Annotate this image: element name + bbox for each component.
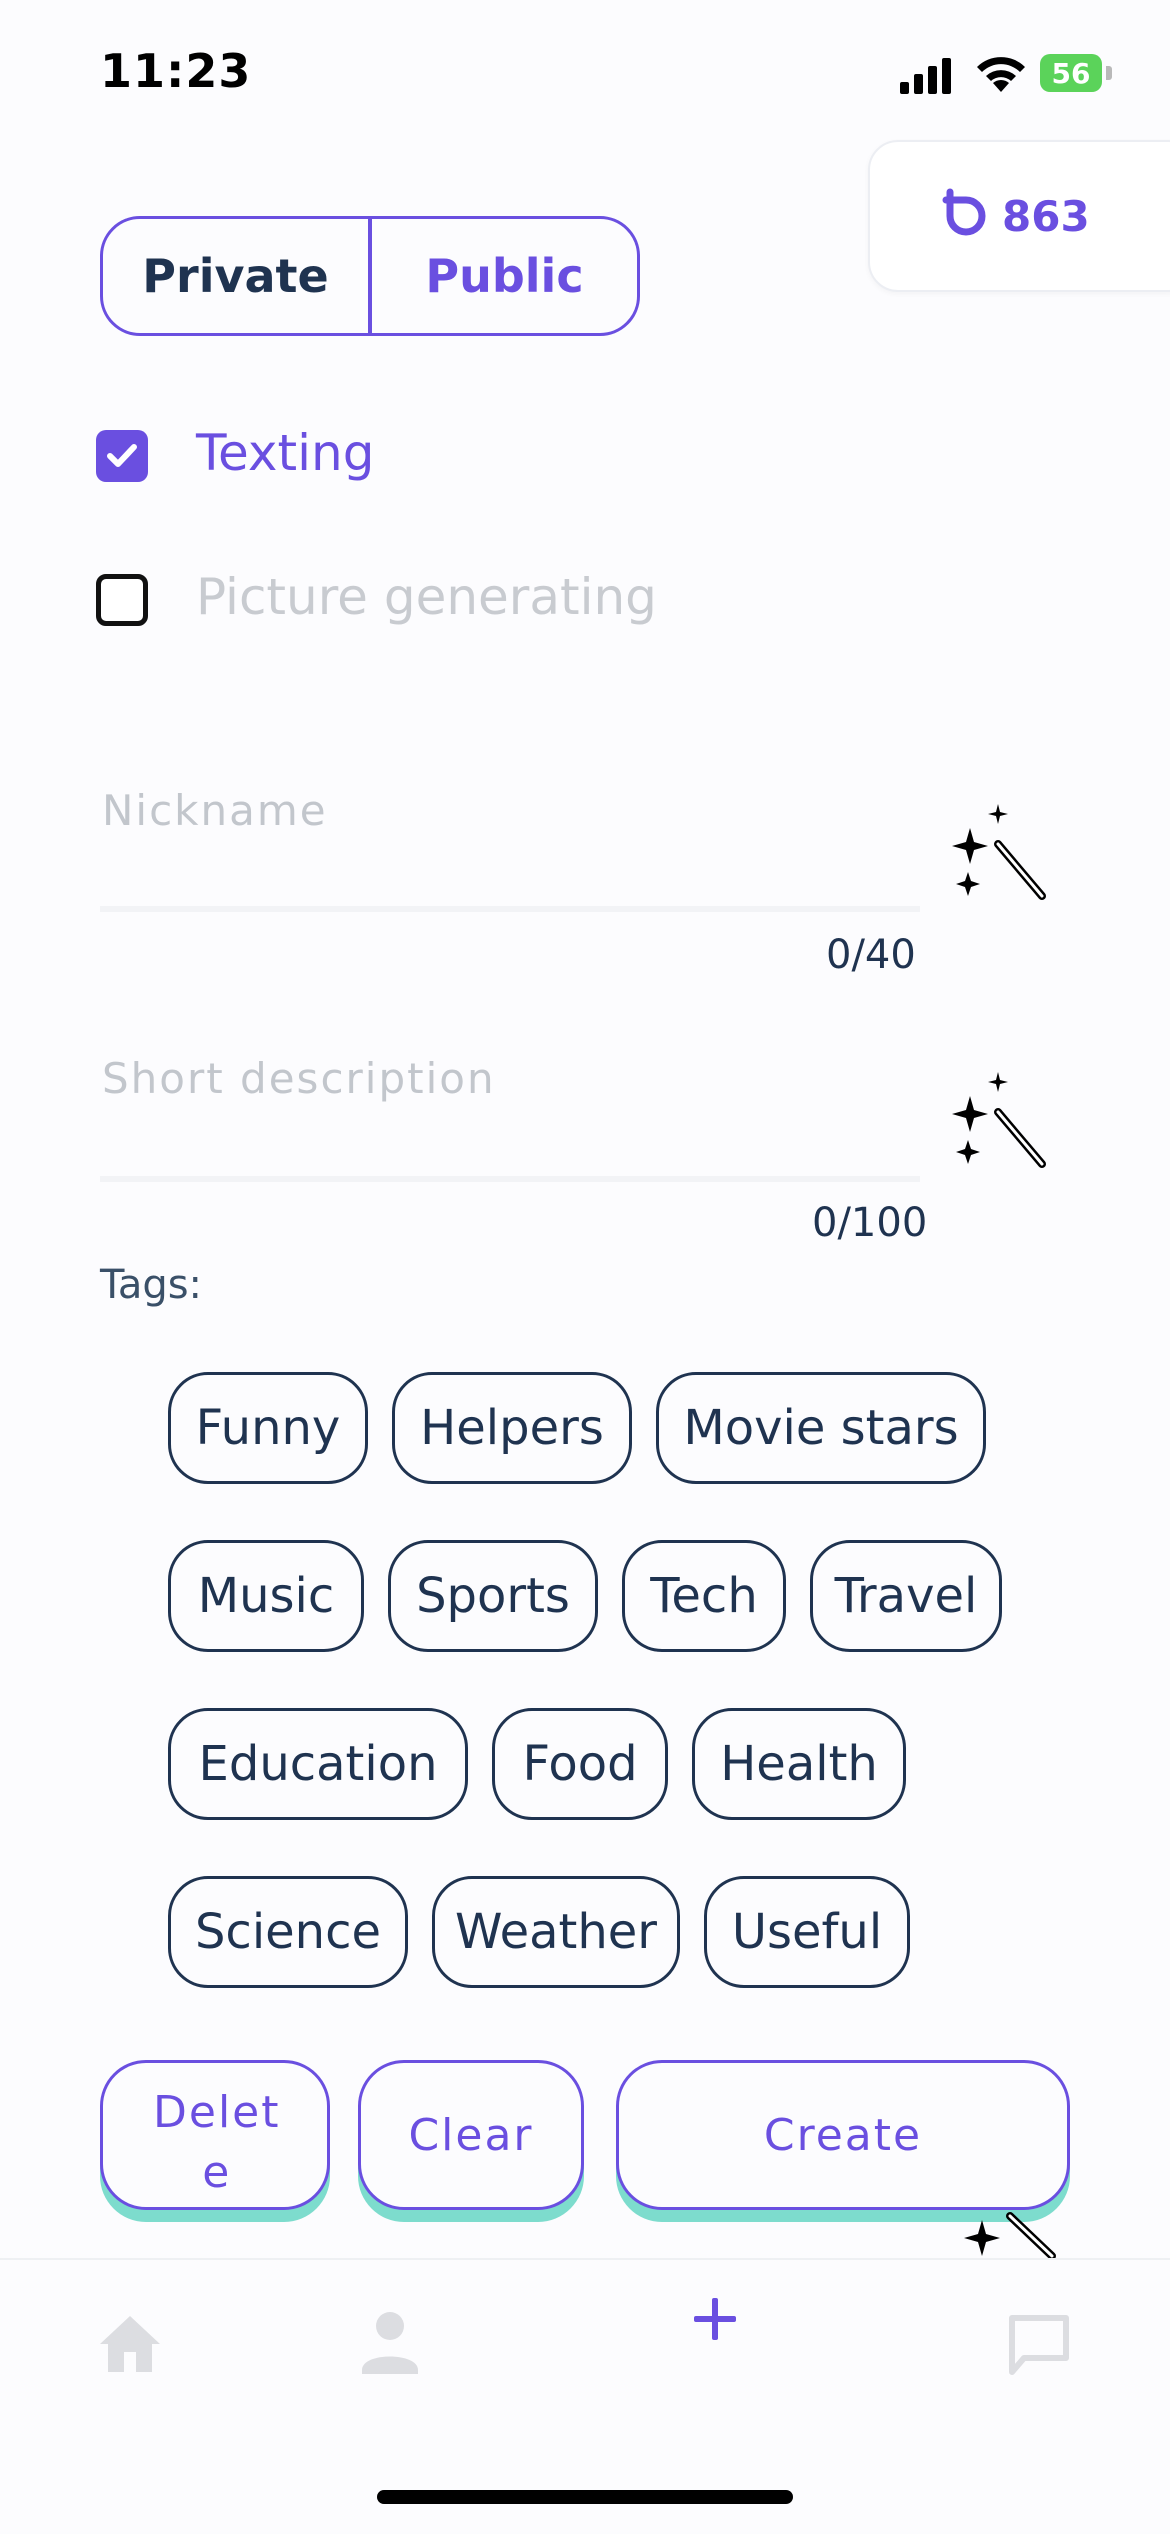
- profile-icon[interactable]: [360, 2308, 420, 2376]
- tag-movie-stars[interactable]: Movie stars: [656, 1372, 986, 1484]
- tag-weather[interactable]: Weather: [432, 1876, 680, 1988]
- tag-useful[interactable]: Useful: [704, 1876, 910, 1988]
- tag-music[interactable]: Music: [168, 1540, 364, 1652]
- home-icon[interactable]: [96, 2312, 164, 2376]
- tag-education[interactable]: Education: [168, 1708, 468, 1820]
- picture-generating-label[interactable]: Picture generating: [196, 568, 657, 626]
- coin-value: 863: [1002, 191, 1090, 241]
- visibility-toggle[interactable]: Private Public: [100, 216, 640, 336]
- status-time: 11:23: [100, 44, 252, 98]
- tag-health[interactable]: Health: [692, 1708, 906, 1820]
- nickname-counter: 0/40: [826, 932, 916, 978]
- chat-icon[interactable]: [1006, 2312, 1072, 2378]
- delete-button[interactable]: Delet e: [100, 2060, 330, 2210]
- checkmark-icon: [107, 444, 137, 467]
- status-icons: 56: [900, 50, 1120, 100]
- signal-icon: [900, 58, 951, 94]
- description-input[interactable]: Short description: [102, 1054, 496, 1103]
- nickname-input[interactable]: Nickname: [102, 786, 328, 835]
- description-underline: [100, 1176, 920, 1182]
- tag-travel[interactable]: Travel: [810, 1540, 1002, 1652]
- tag-funny[interactable]: Funny: [168, 1372, 368, 1484]
- tag-helpers[interactable]: Helpers: [392, 1372, 632, 1484]
- magic-wand-icon[interactable]: [940, 1070, 1050, 1170]
- nickname-underline: [100, 906, 920, 912]
- clear-button[interactable]: Clear: [358, 2060, 584, 2210]
- home-indicator[interactable]: [377, 2490, 793, 2504]
- private-option[interactable]: Private: [103, 219, 372, 333]
- create-button[interactable]: Create: [616, 2060, 1070, 2210]
- battery-icon: 56: [1040, 54, 1102, 92]
- tag-science[interactable]: Science: [168, 1876, 408, 1988]
- coin-icon: [942, 188, 986, 236]
- tag-tech[interactable]: Tech: [622, 1540, 786, 1652]
- tags-title: Tags:: [100, 1262, 203, 1308]
- battery-tip: [1106, 66, 1112, 80]
- wifi-icon: [977, 57, 1025, 92]
- coin-balance-badge[interactable]: 863: [868, 140, 1170, 292]
- plus-icon[interactable]: [690, 2294, 740, 2344]
- texting-checkbox[interactable]: [96, 430, 148, 482]
- magic-wand-icon: [964, 2212, 1056, 2260]
- magic-wand-icon[interactable]: [940, 802, 1050, 902]
- picture-generating-checkbox[interactable]: [96, 574, 148, 626]
- tag-food[interactable]: Food: [492, 1708, 668, 1820]
- tag-sports[interactable]: Sports: [388, 1540, 598, 1652]
- description-counter: 0/100: [812, 1200, 928, 1246]
- public-option[interactable]: Public: [372, 219, 637, 333]
- texting-label[interactable]: Texting: [196, 424, 374, 482]
